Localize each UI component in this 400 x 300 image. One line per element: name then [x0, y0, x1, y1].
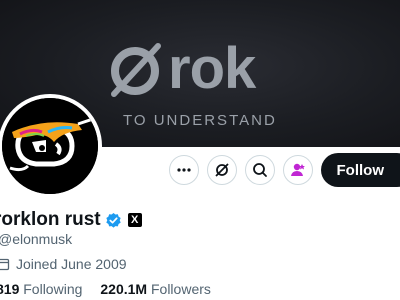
grok-icon: [214, 163, 229, 177]
followers-label: Followers: [150, 281, 211, 297]
handle: @elonmusk: [0, 231, 73, 247]
avatar[interactable]: [0, 94, 102, 198]
more-horizontal-icon: [176, 168, 191, 172]
profile-actions: Follow: [168, 153, 400, 187]
name-row: rorklon rust X: [0, 209, 142, 231]
search-button[interactable]: [244, 155, 275, 185]
banner-logo: rok: [106, 34, 256, 104]
following-label: Following: [23, 281, 83, 297]
banner-wordmark: rok: [168, 36, 256, 101]
search-icon: [252, 163, 267, 177]
subscribe-person-icon: [290, 163, 305, 176]
grok-logo-mark: [111, 43, 161, 97]
verified-badge-icon[interactable]: [105, 212, 122, 229]
display-name: rorklon rust: [0, 209, 101, 230]
banner-tagline: TO UNDERSTAND: [123, 112, 277, 129]
stats-row: 819 Following 220.1M Followers: [0, 281, 211, 297]
follow-button[interactable]: Follow: [320, 153, 400, 187]
calendar-icon: [0, 258, 10, 271]
followers-link[interactable]: 220.1M Followers: [100, 281, 211, 297]
followers-count: 220.1M: [100, 281, 148, 297]
grok-button[interactable]: [206, 155, 237, 185]
avatar-drawing: [2, 98, 98, 194]
following-count: 819: [0, 281, 20, 297]
joined-row: Joined June 2009: [0, 256, 127, 272]
subscribe-button[interactable]: [282, 155, 313, 185]
more-button[interactable]: [168, 155, 199, 185]
following-link[interactable]: 819 Following: [0, 281, 82, 297]
joined-date: Joined June 2009: [16, 256, 127, 272]
x-affiliate-badge[interactable]: X: [127, 213, 142, 227]
